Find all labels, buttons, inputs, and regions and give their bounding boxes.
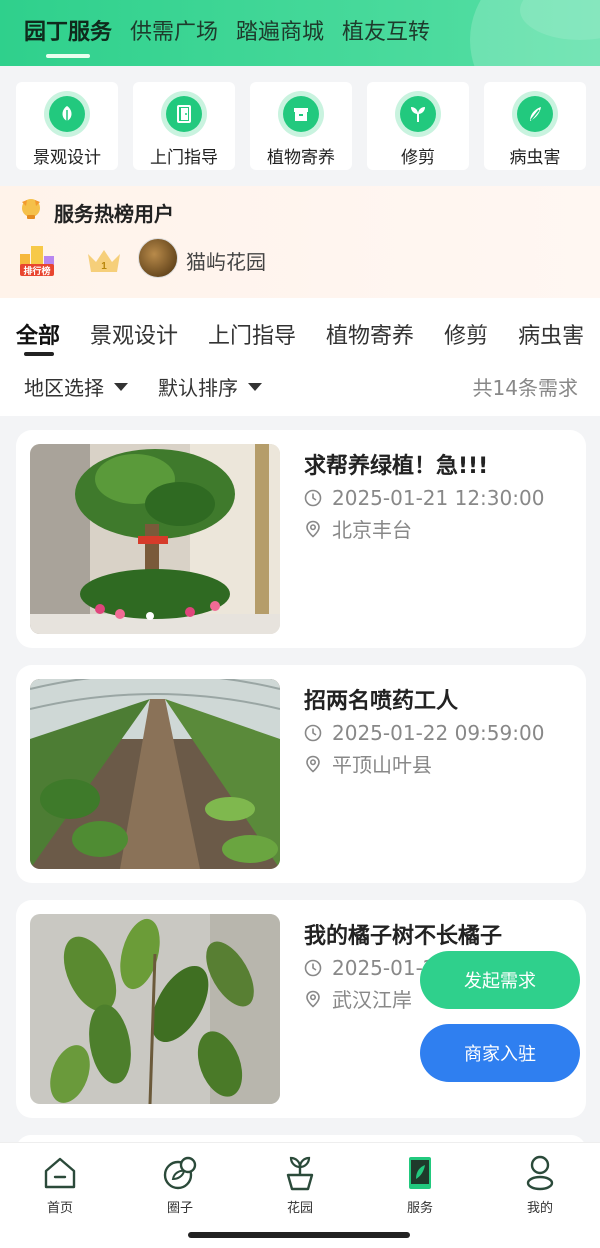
location-pin-icon: [306, 520, 320, 538]
profile-icon: [526, 1155, 554, 1191]
filter-area: 全部 景观设计 上门指导 植物寄养 修剪 病虫害 地区选择 默认排序 共14条需…: [0, 298, 600, 416]
category-label: 景观设计: [33, 148, 101, 168]
category-plant-boarding[interactable]: 植物寄养: [250, 82, 352, 170]
header-tab-gardener-service[interactable]: 园丁服务: [24, 14, 112, 58]
category-pest-control[interactable]: 病虫害: [484, 82, 586, 170]
filter-tab-plant-boarding[interactable]: 植物寄养: [326, 318, 414, 350]
nav-home[interactable]: 首页: [20, 1155, 100, 1216]
orange-tree-photo: [30, 914, 280, 1104]
category-label: 植物寄养: [267, 148, 335, 168]
demand-location: 武汉江岸: [304, 984, 412, 1013]
demand-card[interactable]: 招两名喷药工人 2025-01-22 09:59:00 平顶山叶县: [16, 665, 586, 883]
clock-icon: [304, 724, 322, 742]
nav-label: 我的: [526, 1201, 553, 1216]
header-tab-plant-exchange[interactable]: 植友互转: [342, 14, 430, 46]
header-tabs: 园丁服务 供需广场 踏遍商城 植友互转: [24, 14, 430, 58]
merchant-join-button[interactable]: 商家入驻: [420, 1024, 580, 1082]
nav-garden[interactable]: 花园: [260, 1155, 340, 1216]
demand-location-text: 平顶山叶县: [332, 753, 432, 777]
category-filter-tabs: 全部 景观设计 上门指导 植物寄养 修剪 病虫害: [16, 318, 584, 350]
category-grid: 景观设计 上门指导 植物寄养 修剪 病虫害: [0, 82, 600, 182]
header-tab-mall[interactable]: 踏遍商城: [236, 14, 324, 46]
filter-tab-pruning[interactable]: 修剪: [444, 318, 488, 350]
trophy-icon: [22, 199, 40, 219]
category-label: 病虫害: [509, 148, 561, 168]
filter-tab-onsite-guidance[interactable]: 上门指导: [208, 318, 296, 350]
demand-location-text: 北京丰台: [332, 518, 412, 542]
demand-time: 2025-01-2: [304, 956, 436, 980]
category-label: 修剪: [401, 148, 435, 168]
demand-count: 共14条需求: [472, 376, 578, 400]
nav-label: 花园: [286, 1201, 313, 1216]
region-select-label: 地区选择: [24, 376, 104, 400]
service-icon: [409, 1157, 431, 1189]
nav-service[interactable]: 服务: [380, 1155, 460, 1216]
demand-time: 2025-01-21 12:30:00: [304, 486, 544, 510]
demand-card[interactable]: 我的橘子树不长橘子 2025-01-2 武汉江岸: [16, 900, 586, 1118]
leaf-icon: [44, 91, 90, 137]
active-tab-indicator: [24, 352, 54, 356]
hot-users-title: 服务热榜用户: [54, 202, 174, 226]
clock-icon: [304, 489, 322, 507]
demand-time: 2025-01-22 09:59:00: [304, 721, 544, 745]
category-label: 上门指导: [150, 148, 218, 168]
demand-title: 我的橘子树不长橘子: [304, 924, 503, 949]
demand-location: 平顶山叶县: [304, 749, 432, 778]
sort-select-label: 默认排序: [158, 376, 238, 400]
region-select[interactable]: 地区选择: [24, 372, 128, 401]
greenhouse-photo: [30, 679, 280, 869]
location-pin-icon: [306, 990, 320, 1008]
nav-circle[interactable]: 圈子: [140, 1155, 220, 1216]
demand-time-text: 2025-01-21 12:30:00: [332, 486, 545, 510]
home-indicator: [188, 1232, 410, 1238]
top-user-name[interactable]: 猫屿花园: [186, 246, 266, 275]
hot-users-section: 服务热榜用户 排行榜 1 猫屿花园: [0, 186, 600, 298]
crown-icon: 1: [88, 250, 120, 272]
sort-select[interactable]: 默认排序: [158, 372, 262, 401]
top-header: 园丁服务 供需广场 踏遍商城 植友互转: [0, 0, 600, 66]
demand-time-text: 2025-01-22 09:59:00: [332, 721, 545, 745]
crown-rank-number: 1: [101, 261, 107, 272]
home-icon: [44, 1157, 76, 1189]
category-pruning[interactable]: 修剪: [367, 82, 469, 170]
post-demand-button[interactable]: 发起需求: [420, 951, 580, 1009]
circle-icon: [163, 1156, 197, 1190]
door-icon: [161, 91, 207, 137]
filter-tab-landscape-design[interactable]: 景观设计: [90, 318, 178, 350]
filter-tab-all[interactable]: 全部: [16, 318, 60, 350]
category-landscape-design[interactable]: 景观设计: [16, 82, 118, 170]
category-onsite-guidance[interactable]: 上门指导: [133, 82, 235, 170]
dropdown-triangle-icon: [248, 382, 262, 391]
avatar[interactable]: [138, 238, 178, 278]
filter-tab-pest-control[interactable]: 病虫害: [518, 318, 584, 350]
leaderboard-label: 排行榜: [23, 265, 50, 276]
clock-icon: [304, 959, 322, 977]
demand-location: 北京丰台: [304, 514, 412, 543]
leaderboard-icon[interactable]: 排行榜: [18, 240, 56, 278]
location-pin-icon: [306, 755, 320, 773]
sprout-icon: [395, 91, 441, 137]
bug-icon: [512, 91, 558, 137]
demand-card[interactable]: 求帮养绿植！急!!! 2025-01-21 12:30:00 北京丰台: [16, 430, 586, 648]
demand-title: 招两名喷药工人: [304, 689, 459, 714]
potted-tree-photo: [30, 444, 280, 634]
header-tab-supply-demand[interactable]: 供需广场: [130, 14, 218, 46]
nav-profile[interactable]: 我的: [500, 1155, 580, 1216]
demand-location-text: 武汉江岸: [332, 988, 412, 1012]
box-icon: [278, 91, 324, 137]
nav-label: 服务: [406, 1201, 433, 1216]
nav-label: 首页: [46, 1201, 73, 1216]
demand-title: 求帮养绿植！急!!!: [304, 454, 489, 479]
nav-label: 圈子: [166, 1201, 193, 1216]
garden-icon: [286, 1156, 314, 1191]
dropdown-triangle-icon: [114, 382, 128, 391]
